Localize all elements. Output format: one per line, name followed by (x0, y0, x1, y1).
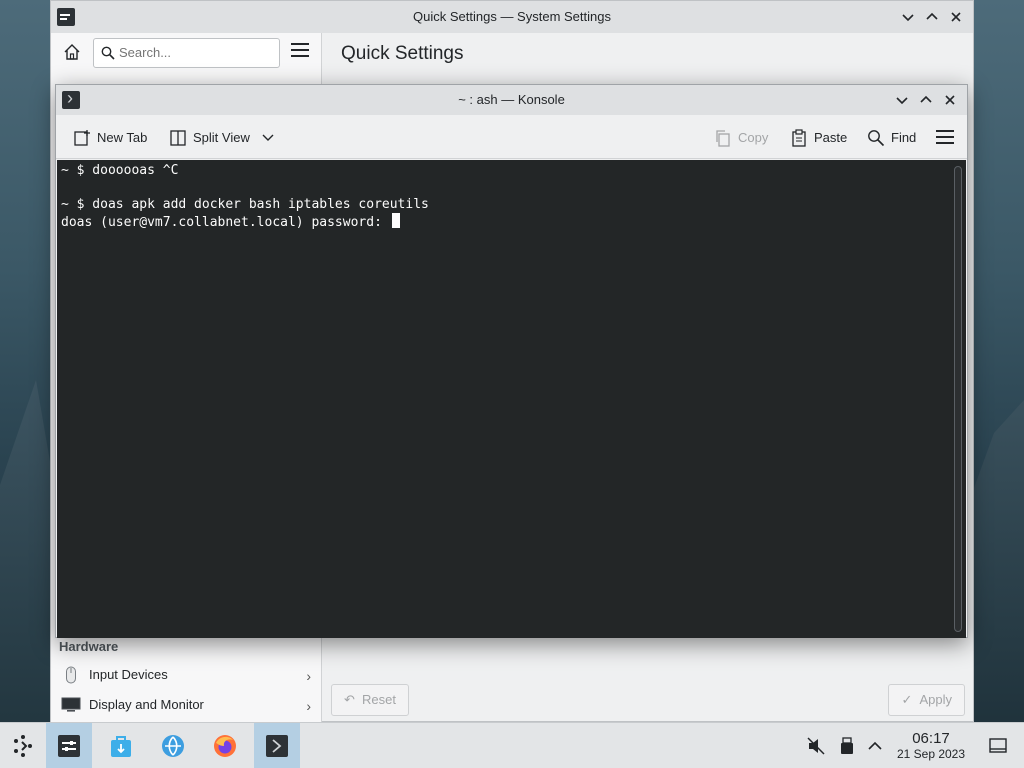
copy-icon (716, 130, 730, 147)
paste-button[interactable]: Paste (790, 127, 850, 149)
close-button[interactable] (947, 7, 965, 27)
taskbar-network[interactable] (150, 723, 196, 768)
system-settings-icon (58, 735, 80, 757)
terminal-scrollbar[interactable] (954, 166, 962, 632)
find-button[interactable]: Find (867, 127, 919, 149)
konsole-window: ~ : ash — Konsole New Tab Split View Cop… (55, 84, 968, 638)
konsole-toolbar: New Tab Split View Copy Paste Find (56, 115, 967, 159)
chevron-right-icon: › (306, 668, 311, 684)
new-tab-icon (74, 130, 90, 146)
taskbar-konsole[interactable] (254, 723, 300, 768)
application-launcher-icon (14, 735, 32, 757)
new-tab-button[interactable]: New Tab (73, 127, 159, 149)
taskbar-firefox[interactable] (202, 723, 248, 768)
chevron-down-icon (262, 134, 274, 141)
application-launcher-button[interactable] (0, 723, 46, 768)
search-icon (101, 46, 115, 60)
home-icon[interactable] (61, 41, 83, 63)
usb-device-icon[interactable] (837, 736, 857, 756)
close-button[interactable] (941, 90, 959, 110)
sidebar-item-input-devices[interactable]: Input Devices › (51, 660, 321, 690)
taskbar: 06:17 21 Sep 2023 (0, 722, 1024, 768)
apply-button[interactable]: ✓ Apply (888, 684, 965, 716)
konsole-icon (266, 735, 288, 757)
system-settings-window-title: Quick Settings — System Settings (413, 9, 611, 24)
page-title: Quick Settings (341, 43, 464, 64)
clock-date: 21 Sep 2023 (896, 747, 966, 761)
undo-icon: ↶ (344, 692, 355, 707)
reset-button[interactable]: ↶ Reset (331, 684, 409, 716)
tray-expand-icon[interactable] (865, 736, 885, 756)
sidebar-item-display-and-monitor[interactable]: Display and Monitor › (51, 690, 321, 720)
search-input[interactable] (119, 45, 269, 60)
terminal-cursor (391, 213, 400, 228)
search-icon (868, 130, 885, 147)
sidebar-item-label: Display and Monitor (89, 697, 204, 712)
checkmark-icon: ✓ (901, 692, 913, 707)
monitor-icon (61, 697, 81, 712)
maximize-button[interactable] (923, 7, 941, 27)
taskbar-discover[interactable] (98, 723, 144, 768)
system-settings-titlebar[interactable]: Quick Settings — System Settings (51, 1, 973, 33)
show-desktop-icon[interactable] (988, 736, 1008, 756)
search-field[interactable] (93, 38, 280, 68)
minimize-button[interactable] (893, 90, 911, 110)
minimize-button[interactable] (899, 7, 917, 27)
hamburger-menu-icon[interactable] (291, 43, 309, 59)
terminal-line: ~ $ doooooas ^C (61, 163, 179, 178)
split-view-icon (170, 130, 186, 146)
hamburger-menu-icon[interactable] (936, 130, 954, 146)
taskbar-system-settings[interactable] (46, 723, 92, 768)
network-icon (162, 735, 184, 757)
split-view-button[interactable]: Split View (169, 127, 279, 149)
terminal-line: doas (user@vm7.collabnet.local) password… (61, 215, 390, 230)
terminal-prompt-line: doas (user@vm7.collabnet.local) password… (61, 213, 400, 231)
volume-muted-icon[interactable] (806, 736, 826, 756)
terminal-area[interactable]: ~ $ doooooas ^C ~ $ doas apk add docker … (57, 160, 966, 638)
konsole-window-title: ~ : ash — Konsole (458, 92, 565, 107)
firefox-icon (214, 735, 236, 757)
terminal-line: ~ $ doas apk add docker bash iptables co… (61, 197, 429, 212)
maximize-button[interactable] (917, 90, 935, 110)
clock[interactable]: 06:17 21 Sep 2023 (890, 730, 972, 762)
mouse-icon (66, 666, 76, 684)
konsole-titlebar[interactable]: ~ : ash — Konsole (56, 85, 967, 115)
discover-icon (111, 736, 131, 757)
copy-button[interactable]: Copy (714, 127, 772, 149)
sidebar-item-label: Input Devices (89, 667, 168, 682)
clock-time: 06:17 (912, 730, 950, 747)
paste-icon (792, 129, 806, 147)
chevron-right-icon: › (306, 698, 311, 714)
hardware-section-header: Hardware (59, 639, 119, 654)
